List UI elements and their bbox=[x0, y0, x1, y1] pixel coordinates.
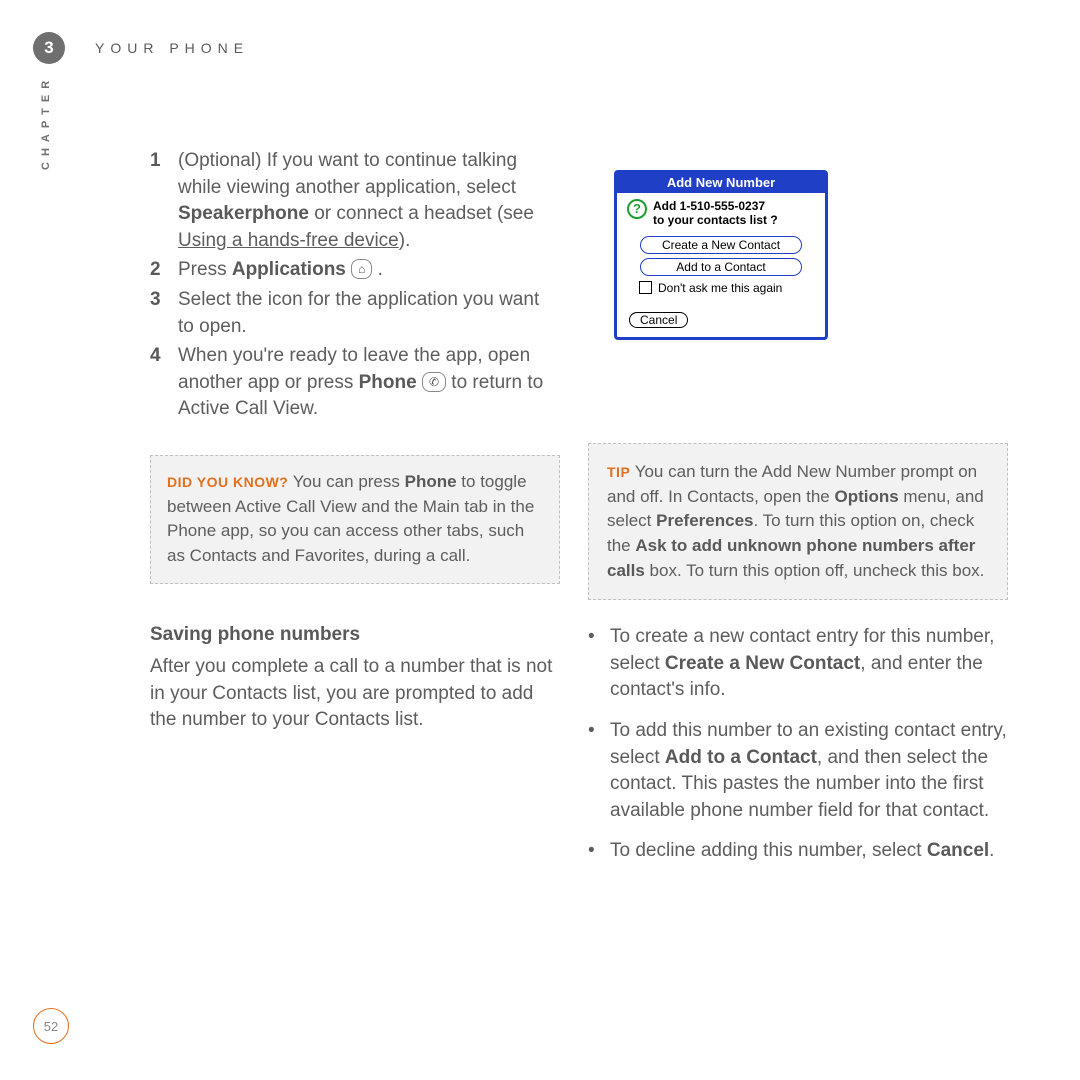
bullet-icon: • bbox=[588, 718, 598, 824]
step-number: 4 bbox=[150, 343, 178, 423]
page-number: 52 bbox=[33, 1008, 69, 1044]
step-4: 4 When you're ready to leave the app, op… bbox=[150, 343, 560, 423]
step-text: Press bbox=[178, 259, 232, 280]
step-bold: Applications bbox=[232, 259, 346, 280]
chapter-number-badge: 3 bbox=[33, 32, 65, 64]
chapter-title: YOUR PHONE bbox=[95, 40, 249, 56]
step-text: or connect a headset (see bbox=[309, 203, 534, 224]
bullet-cancel: • To decline adding this number, select … bbox=[588, 838, 1008, 865]
bullet-create-new: • To create a new contact entry for this… bbox=[588, 624, 1008, 704]
saving-heading: Saving phone numbers bbox=[150, 622, 560, 649]
step-text: (Optional) If you want to continue talki… bbox=[178, 150, 517, 198]
applications-key-icon: ⌂ bbox=[351, 259, 372, 279]
step-bold: Speakerphone bbox=[178, 203, 309, 224]
did-you-know-label: DID YOU KNOW? bbox=[167, 474, 288, 490]
bullet-text: . bbox=[989, 840, 994, 861]
chapter-side-label: CHAPTER bbox=[40, 75, 52, 170]
step-text: Select the icon for the application you … bbox=[178, 289, 539, 337]
tip-label: TIP bbox=[607, 464, 630, 480]
tip-text: box. To turn this option off, uncheck th… bbox=[645, 561, 985, 580]
tip-bold: Preferences bbox=[656, 511, 753, 530]
phone-key-icon: ✆ bbox=[422, 372, 446, 392]
bullet-icon: • bbox=[588, 624, 598, 704]
callout-text: You can press bbox=[288, 472, 404, 491]
bullet-icon: • bbox=[588, 838, 598, 865]
step-number: 1 bbox=[150, 148, 178, 254]
step-bold: Phone bbox=[359, 372, 417, 393]
step-number: 2 bbox=[150, 257, 178, 284]
step-1: 1 (Optional) If you want to continue tal… bbox=[150, 148, 560, 254]
saving-paragraph: After you complete a call to a number th… bbox=[150, 654, 560, 734]
link-hands-free[interactable]: Using a hands-free device bbox=[178, 230, 399, 251]
bullet-bold: Cancel bbox=[927, 840, 989, 861]
did-you-know-box: DID YOU KNOW? You can press Phone to tog… bbox=[150, 455, 560, 584]
bullet-bold: Add to a Contact bbox=[665, 747, 817, 768]
step-text: ). bbox=[399, 230, 411, 251]
step-text: . bbox=[372, 259, 383, 280]
bullet-text: To decline adding this number, select bbox=[610, 840, 927, 861]
bullet-add-existing: • To add this number to an existing cont… bbox=[588, 718, 1008, 824]
tip-box: TIP You can turn the Add New Number prom… bbox=[588, 443, 1008, 600]
step-number: 3 bbox=[150, 287, 178, 340]
tip-bold: Options bbox=[834, 487, 898, 506]
callout-bold: Phone bbox=[405, 472, 457, 491]
step-2: 2 Press Applications ⌂ . bbox=[150, 257, 560, 284]
step-3: 3 Select the icon for the application yo… bbox=[150, 287, 560, 340]
bullet-bold: Create a New Contact bbox=[665, 653, 860, 674]
